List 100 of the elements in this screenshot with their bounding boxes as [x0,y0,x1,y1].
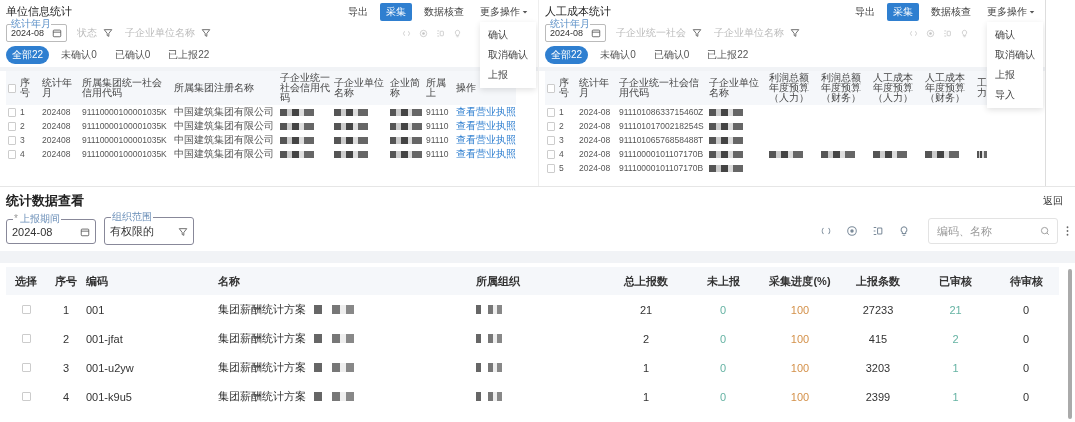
eye-icon[interactable] [419,28,428,38]
table-cell: 0 [1022,303,1030,316]
table-cell: 21 [949,303,962,316]
more-icon[interactable] [1066,225,1069,237]
field-label: 统计年月 [11,19,51,29]
checkbox[interactable] [8,83,16,93]
checkbox[interactable] [547,135,555,145]
checkbox[interactable] [21,392,31,401]
table-cell: 91110101700218254S [619,121,704,131]
checkbox[interactable] [21,305,31,314]
status-tab[interactable]: 已上报22 [162,46,216,64]
table-cell: 001-k9u5 [86,390,132,403]
menu-item[interactable]: 导入 [987,85,1043,105]
column-header: 子企业单位名称 [707,71,767,105]
table-cell: 2 [642,332,650,345]
column-header: 序号 [18,71,40,105]
checkbox[interactable] [8,149,16,159]
search-field[interactable]: 编码、名称 [928,218,1058,244]
redacted-text [925,150,959,158]
table-cell: 中国建筑集团有限公司 [174,105,274,119]
redacted-text [709,150,743,158]
refresh-icon[interactable] [402,28,411,38]
calendar-icon [80,226,90,237]
eye-icon[interactable] [846,225,858,237]
menu-item[interactable]: 取消确认 [480,45,536,65]
redacted-text [280,122,314,130]
checkbox[interactable] [21,363,31,372]
column-header: 上报条数 [838,267,918,295]
redacted-text [977,150,987,158]
bulb-icon[interactable] [453,28,462,38]
table-cell: 2 [559,121,564,131]
more-actions-button[interactable]: 更多操作 [476,2,532,21]
status-tab[interactable]: 未确认0 [594,46,642,64]
redacted-text [390,150,422,158]
menu-item[interactable]: 取消确认 [987,45,1043,65]
menu-item[interactable]: 确认 [480,25,536,45]
action-button[interactable]: 采集 [887,2,919,21]
license-link[interactable]: 查看营业执照 [456,147,516,161]
table-cell: 0 [719,332,727,345]
license-link[interactable]: 查看营业执照 [456,133,516,147]
status-tab[interactable]: 未确认0 [55,46,103,64]
table-cell: 3 [62,361,70,374]
menu-item[interactable]: 确认 [987,25,1043,45]
table-cell: 0 [719,303,727,316]
table-cell: 2399 [865,390,891,403]
action-button[interactable]: 数据核查 [925,2,977,21]
column-header: 利润总额年度预算（财务） [819,71,871,105]
checkbox[interactable] [547,83,555,93]
status-tab[interactable]: 已确认0 [108,46,157,64]
table-cell: 1 [642,361,650,374]
column-header: 编码 [86,267,218,295]
action-button[interactable]: 导出 [849,2,881,21]
action-button[interactable]: 采集 [380,2,412,21]
action-button[interactable]: 数据核查 [418,2,470,21]
column-header: 采集进度(%) [762,267,838,295]
checkbox[interactable] [547,107,555,117]
license-link[interactable]: 查看营业执照 [456,105,516,119]
table-cell: 1 [20,107,25,117]
table-cell: 2024-08 [579,163,611,173]
more-actions-button[interactable]: 更多操作 [983,2,1039,21]
checkbox[interactable] [21,334,31,343]
table-cell: 001 [86,303,105,316]
table-cell: 0 [719,361,727,374]
status-tab[interactable]: 全部22 [545,46,589,64]
column-filter-icon[interactable] [943,28,952,38]
column-header: 选择 [6,267,46,295]
eye-icon[interactable] [926,28,935,38]
field-value: 2024-08 [11,28,45,38]
checkbox[interactable] [547,121,555,131]
table-cell: 2024-08 [579,149,611,159]
refresh-icon[interactable] [909,28,918,38]
license-link[interactable]: 查看营业执照 [456,119,516,133]
checkbox[interactable] [8,107,16,117]
bulb-icon[interactable] [898,225,910,237]
column-header: 所属集团注册名称 [172,71,278,105]
checkbox[interactable] [8,135,16,145]
status-tab[interactable]: 已确认0 [647,46,696,64]
status-tab[interactable]: 全部22 [6,46,50,64]
menu-item[interactable]: 上报 [987,65,1043,85]
table-cell: 4 [559,149,564,159]
field-value: 有权限的 [110,224,154,239]
column-header: 子企业统一社会信用代码 [617,71,707,105]
checkbox[interactable] [547,163,555,173]
status-tab[interactable]: 已上报22 [701,46,755,64]
scrollbar[interactable] [1068,269,1072,419]
column-header: 子企业统一社会信用代码 [278,71,332,105]
table-cell: 91110 [426,121,449,131]
checkbox[interactable] [547,149,555,159]
refresh-icon[interactable] [820,225,832,237]
checkbox[interactable] [8,121,16,131]
back-button[interactable]: 返回 [1037,193,1069,209]
table-cell: 0 [719,390,727,403]
redacted-text [280,108,314,116]
table-cell: 2 [62,332,70,345]
bulb-icon[interactable] [960,28,969,38]
column-header: 人工成本年度预算（人力） [871,71,923,105]
redacted-text [390,108,422,116]
action-button[interactable]: 导出 [342,2,374,21]
column-filter-icon[interactable] [436,28,445,38]
column-filter-icon[interactable] [872,225,884,237]
